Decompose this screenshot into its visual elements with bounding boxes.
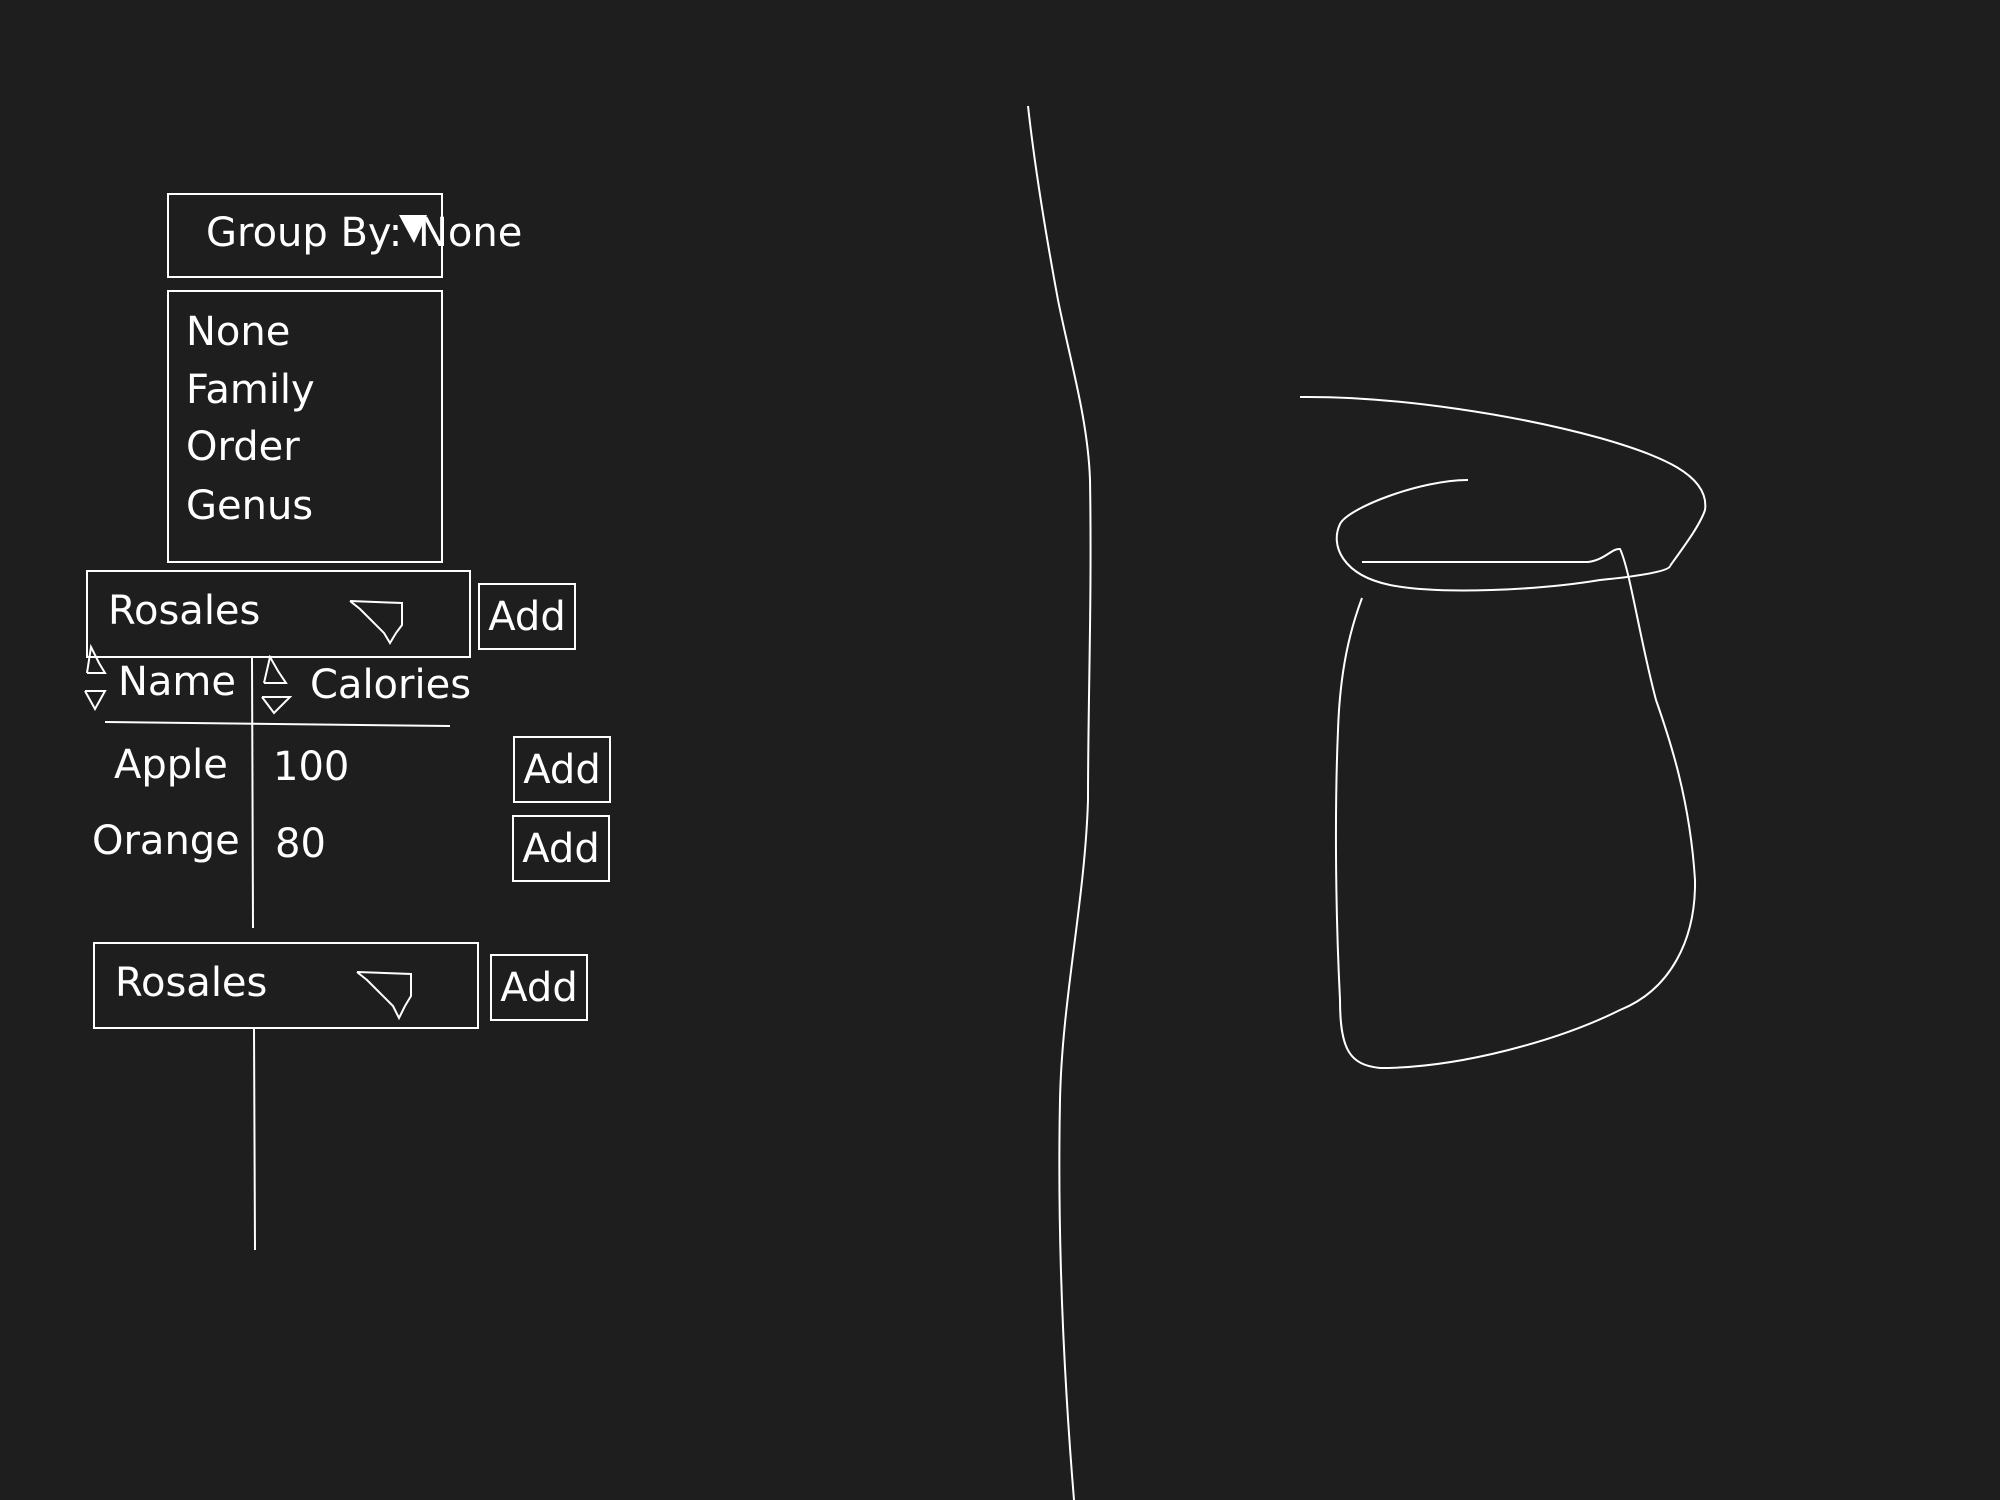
group-by-options-list: None Family Order Genus bbox=[167, 290, 443, 563]
sort-name-icon[interactable] bbox=[81, 643, 109, 711]
expand-arrow-icon[interactable] bbox=[348, 597, 418, 649]
cell-calories-orange: 80 bbox=[275, 821, 326, 867]
row-add-button-orange[interactable]: Add bbox=[512, 815, 610, 882]
group-by-value: None bbox=[418, 210, 523, 256]
option-family[interactable]: Family bbox=[186, 370, 315, 410]
sort-calories-icon[interactable] bbox=[258, 655, 292, 715]
group-by-label: Group By: bbox=[206, 210, 403, 256]
group-title-2: Rosales bbox=[115, 960, 268, 1006]
cell-name-apple: Apple bbox=[114, 742, 228, 788]
container-sketch-rim bbox=[1335, 479, 1671, 592]
option-order[interactable]: Order bbox=[186, 427, 300, 467]
column-header-calories[interactable]: Calories bbox=[310, 665, 471, 705]
column-divider-1 bbox=[251, 657, 254, 929]
panel-divider bbox=[1027, 105, 1092, 1500]
cell-name-orange: Orange bbox=[92, 818, 240, 864]
container-sketch-lid bbox=[1299, 395, 1707, 567]
column-header-name[interactable]: Name bbox=[118, 662, 236, 702]
option-genus[interactable]: Genus bbox=[186, 486, 313, 526]
group-title-1: Rosales bbox=[108, 588, 261, 634]
column-divider-2 bbox=[253, 1028, 256, 1251]
option-none[interactable]: None bbox=[186, 312, 290, 352]
group-add-button-2[interactable]: Add bbox=[490, 954, 588, 1021]
container-sketch-body bbox=[1334, 547, 1697, 1070]
group-add-button-1[interactable]: Add bbox=[478, 583, 576, 650]
header-underline bbox=[104, 721, 451, 727]
row-add-button-apple[interactable]: Add bbox=[513, 736, 611, 803]
expand-arrow-icon-2[interactable] bbox=[355, 968, 427, 1022]
cell-calories-apple: 100 bbox=[273, 744, 350, 790]
